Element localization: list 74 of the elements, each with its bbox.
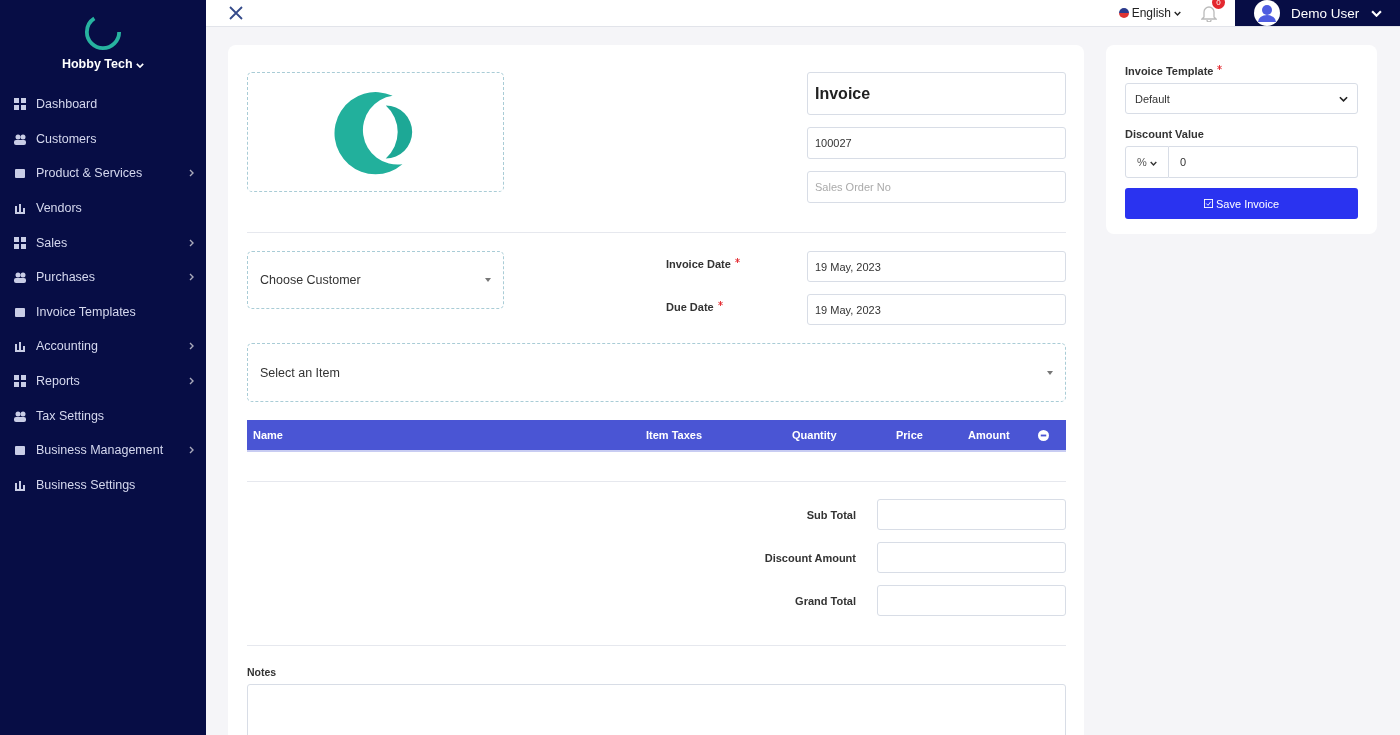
menu-item-icon [14, 409, 26, 422]
language-dropdown[interactable]: English [1112, 5, 1187, 21]
discount-unit-dropdown[interactable]: % [1125, 146, 1169, 178]
column-header: Price [896, 429, 924, 441]
customer-dropdown[interactable]: Choose Customer [247, 251, 504, 309]
menu-item-icon [14, 98, 26, 111]
date-field[interactable]: 19 May, 2023 [807, 251, 1066, 282]
template-dropdown[interactable]: Default [1125, 83, 1358, 114]
sidebar-item[interactable]: Business Settings [0, 467, 206, 503]
required-asterisk-icon [1217, 65, 1223, 70]
caret-icon [136, 63, 145, 68]
sidebar-item[interactable]: Dashboard [0, 87, 206, 122]
bell-icon[interactable] [1201, 4, 1217, 22]
caret-icon [1174, 10, 1181, 16]
invoice-title-field[interactable]: Invoice [807, 72, 1066, 115]
required-asterisk-icon [734, 258, 740, 263]
menu-item-icon [14, 236, 26, 249]
sidebar-item[interactable]: Business Management [0, 432, 206, 468]
company-dropdown[interactable]: Hobby Tech [61, 57, 145, 71]
caret-icon [485, 278, 491, 282]
menu-item-icon [14, 305, 26, 318]
save-invoice-button[interactable]: Save Invoice [1125, 188, 1358, 219]
caret-icon [1371, 9, 1382, 17]
remove-icon[interactable] [1038, 429, 1049, 441]
chevron-icon [189, 238, 194, 247]
sidebar-item[interactable]: Product & Services [0, 156, 206, 191]
total-label: Discount Amount [764, 551, 856, 564]
field-label: Invoice Template [1125, 65, 1358, 77]
column-header: Amount [968, 429, 1011, 441]
item-dropdown[interactable]: Select an Item [247, 343, 1066, 402]
chevron-icon [189, 446, 194, 455]
user-menu[interactable]: Demo User [1235, 0, 1400, 26]
menu-item-icon [14, 271, 26, 284]
total-label: Grand Total [795, 594, 856, 607]
notification-badge: 0 [1212, 0, 1225, 9]
notes-label: Notes [247, 666, 278, 678]
invoice-number-field[interactable]: 100027 [807, 127, 1066, 159]
column-header: Quantity [792, 429, 838, 441]
sales-order-field[interactable]: Sales Order No [807, 171, 1066, 203]
checkbox-icon [1203, 198, 1213, 208]
chevron-icon [189, 377, 194, 386]
sidebar-item[interactable]: Sales [0, 225, 206, 260]
total-label: Sub Total [806, 508, 856, 521]
menu-item-icon [14, 375, 26, 388]
menu-item-icon [14, 444, 26, 457]
date-label: Invoice Date [666, 258, 740, 270]
logo-upload-area[interactable] [247, 72, 504, 192]
discount-value-field[interactable]: 0 [1169, 146, 1358, 178]
field-label: Discount Value [1125, 128, 1205, 140]
menu-item-icon [14, 202, 26, 215]
required-asterisk-icon [717, 301, 723, 306]
caret-icon [1047, 370, 1053, 375]
sidebar-item[interactable]: Customers [0, 121, 206, 157]
date-label: Due Date [666, 301, 723, 313]
menu-item-icon [14, 478, 26, 491]
flag-icon [1118, 8, 1129, 18]
column-header: Name [253, 429, 284, 441]
chevron-icon [1339, 95, 1348, 102]
column-header: Item Taxes [646, 429, 704, 441]
menu-item-icon [14, 340, 26, 353]
chevron-icon [189, 273, 194, 282]
sidebar-item[interactable]: Purchases [0, 259, 206, 295]
menu-item-icon [14, 167, 26, 180]
caret-icon [1149, 161, 1157, 166]
chevron-icon [189, 169, 194, 178]
sidebar-item[interactable]: Accounting [0, 329, 206, 364]
menu-item-icon [14, 132, 26, 145]
sidebar-item[interactable]: Vendors [0, 190, 206, 226]
sidebar-item[interactable]: Invoice Templates [0, 294, 206, 330]
chevron-icon [189, 342, 194, 351]
sidebar-item[interactable]: Reports [0, 363, 206, 399]
sidebar-item[interactable]: Tax Settings [0, 398, 206, 433]
date-field[interactable]: 19 May, 2023 [807, 294, 1066, 325]
close-icon[interactable] [229, 6, 243, 20]
